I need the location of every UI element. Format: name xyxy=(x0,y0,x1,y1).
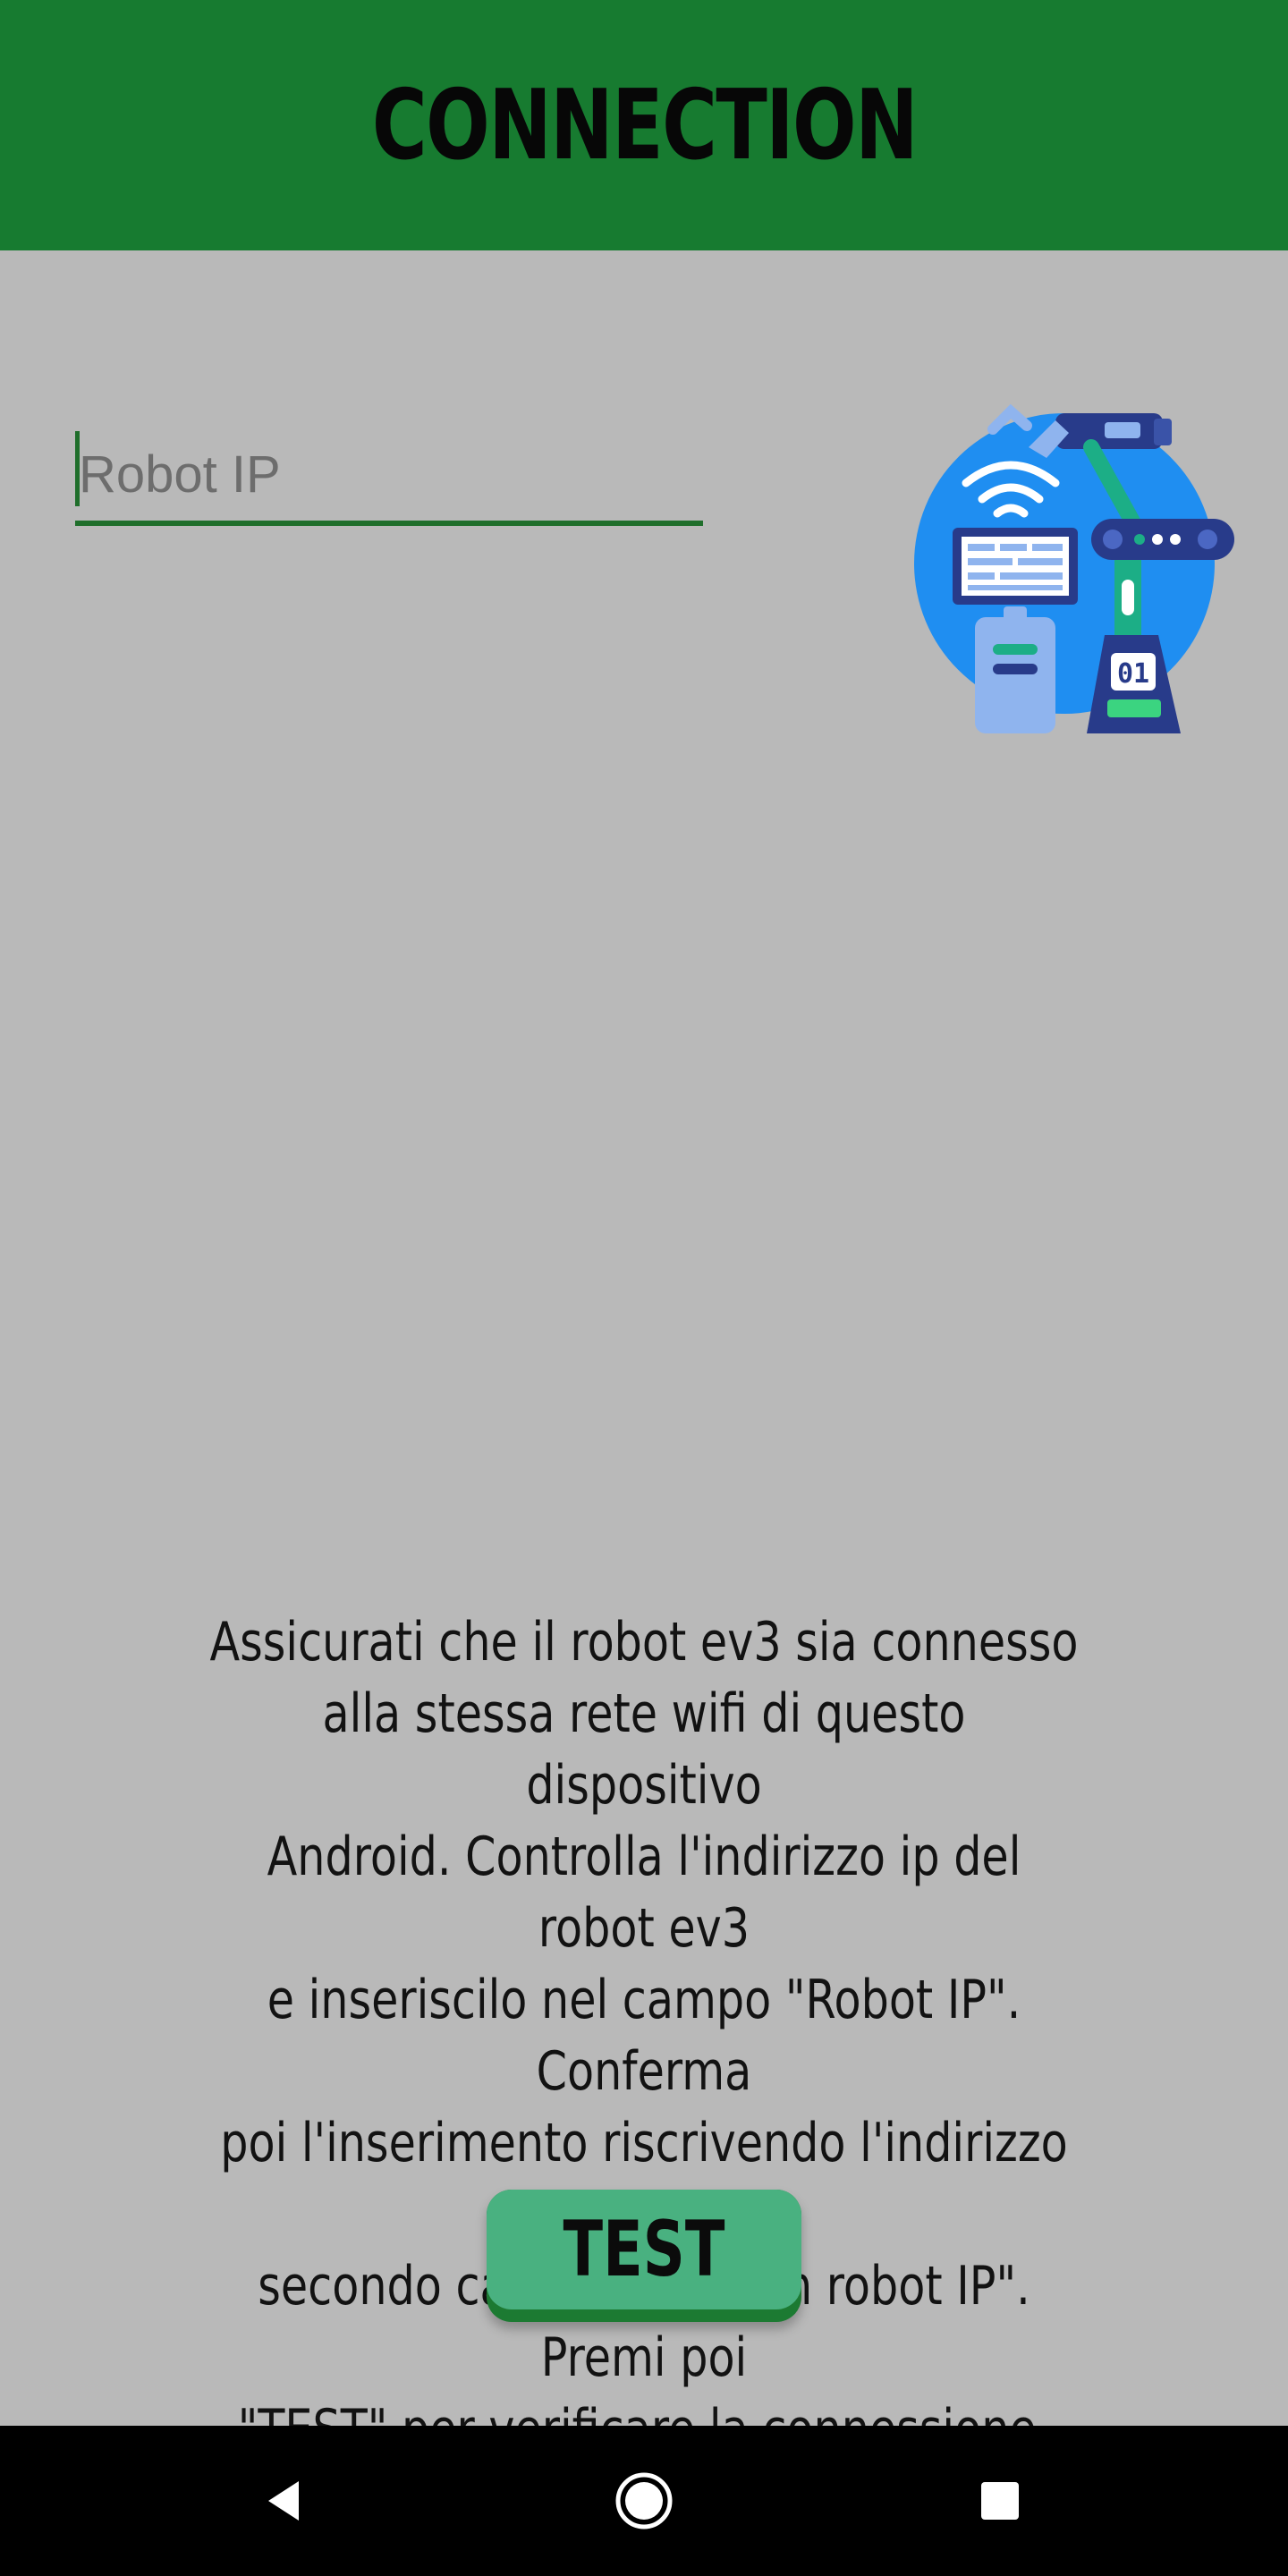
test-button-label: TEST xyxy=(563,2205,725,2294)
robot-ip-field[interactable] xyxy=(75,428,703,526)
robot-ip-input[interactable] xyxy=(75,428,703,521)
connection-instructions: Assicurati che il robot ev3 sia connesso… xyxy=(209,1611,1079,2461)
robot-network-illustration-icon: 01 xyxy=(914,403,1234,733)
system-navigation-bar xyxy=(0,2426,1288,2576)
app-bar: CONNECTION xyxy=(0,0,1288,250)
recents-square-icon[interactable] xyxy=(928,2426,1072,2576)
page-title: CONNECTION xyxy=(371,69,918,182)
test-button[interactable]: TEST xyxy=(487,2190,801,2322)
back-triangle-icon[interactable] xyxy=(215,2426,358,2576)
svg-text:01: 01 xyxy=(1117,658,1149,690)
test-button-face[interactable]: TEST xyxy=(487,2190,801,2309)
home-circle-icon[interactable] xyxy=(572,2426,716,2576)
connection-screen: CONNECTION 01 xyxy=(0,0,1288,2576)
